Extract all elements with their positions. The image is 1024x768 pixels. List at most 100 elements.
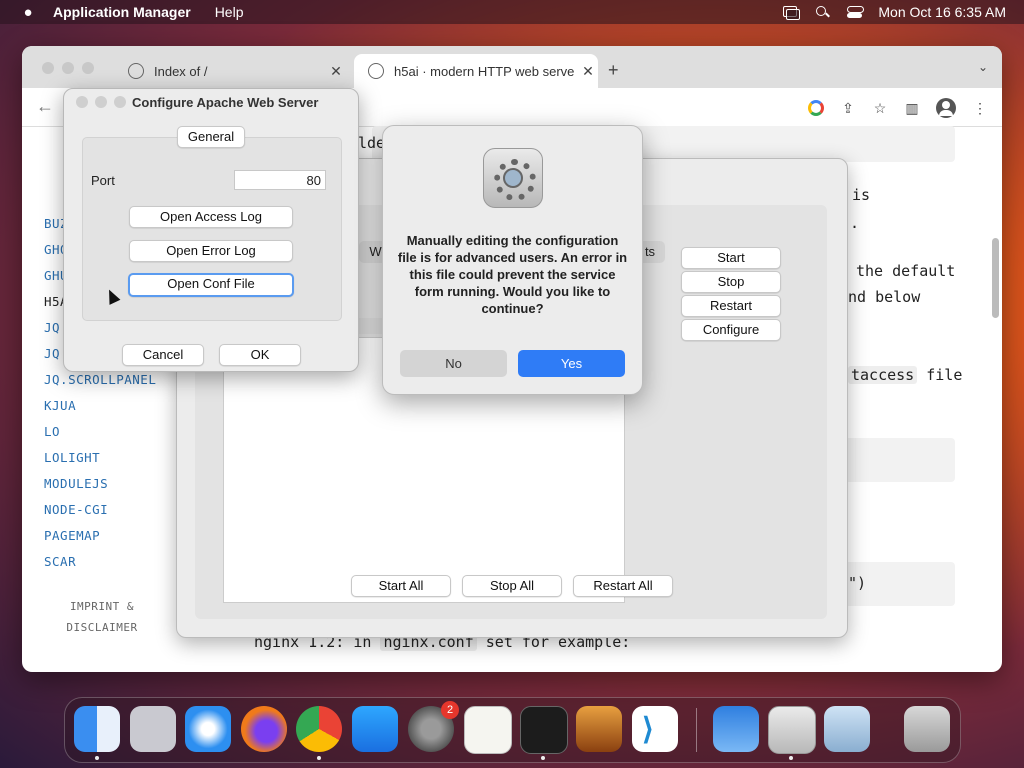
vscode-icon[interactable]: ⟩ — [632, 706, 678, 752]
text-fragment: ") — [848, 574, 867, 592]
weather-icon[interactable] — [713, 706, 759, 752]
bookmark-star-icon[interactable]: ☆ — [872, 100, 888, 116]
configure-apache-dialog: Configure Apache Web Server General Port… — [63, 88, 359, 372]
spotlight-search-icon[interactable] — [814, 5, 832, 19]
text-fragment: . — [850, 214, 860, 232]
share-icon[interactable]: ⇪ — [840, 100, 856, 116]
zoom-dialog-button[interactable] — [114, 96, 126, 108]
notification-badge: 2 — [441, 701, 459, 719]
zoom-window-button[interactable] — [82, 62, 94, 74]
code-block — [832, 438, 955, 482]
file-word: file — [926, 366, 963, 384]
port-label: Port — [91, 173, 115, 188]
preview-icon[interactable] — [824, 706, 870, 752]
help-menu[interactable]: Help — [215, 4, 244, 20]
nav-item[interactable]: SCAR — [44, 554, 76, 569]
minimize-dialog-button[interactable] — [95, 96, 107, 108]
htaccess-code: taccess — [848, 366, 918, 384]
configure-button[interactable]: Configure — [681, 319, 781, 341]
stop-all-button[interactable]: Stop All — [462, 575, 562, 597]
tab-general[interactable]: General — [177, 126, 245, 148]
restart-button[interactable]: Restart — [681, 295, 781, 317]
open-error-log-button[interactable]: Open Error Log — [129, 240, 293, 262]
text-fragment: nd below — [848, 288, 921, 306]
status-area: Mon Oct 16 6:35 AM — [782, 0, 1006, 24]
control-center-icon[interactable] — [846, 5, 865, 19]
confirmation-alert: Manually editing the configuration file … — [382, 125, 643, 395]
vscode-glyph: ⟩ — [642, 713, 654, 746]
more-menu-icon[interactable]: ⋮ — [972, 100, 988, 116]
running-indicator — [541, 756, 545, 760]
app-menu[interactable]: Application Manager — [53, 4, 191, 20]
tab-title: h5ai · modern HTTP web serve — [394, 63, 575, 79]
finder-icon[interactable] — [74, 706, 120, 752]
launchpad-icon[interactable] — [130, 706, 176, 752]
dock-separator — [696, 708, 697, 752]
port-field[interactable]: 80 — [234, 170, 326, 190]
terminal-icon[interactable] — [520, 706, 568, 754]
garageband-icon[interactable] — [576, 706, 622, 752]
restart-all-button[interactable]: Restart All — [573, 575, 673, 597]
tab-title: Index of / — [154, 63, 208, 79]
nav-item[interactable]: PAGEMAP — [44, 528, 100, 543]
nav-item[interactable]: JQ.SCROLLPANEL — [44, 372, 156, 387]
nav-item[interactable]: LOLIGHT — [44, 450, 100, 465]
nav-item[interactable]: LO — [44, 424, 60, 439]
gear-app-icon — [483, 148, 543, 208]
yes-button[interactable]: Yes — [518, 350, 625, 377]
stop-button[interactable]: Stop — [681, 271, 781, 293]
dialog-title: Configure Apache Web Server — [132, 95, 319, 110]
tab-search-button[interactable]: ⌄ — [978, 60, 988, 74]
dock: 2 ⟩ — [64, 697, 961, 763]
no-button[interactable]: No — [400, 350, 507, 377]
globe-icon — [128, 63, 144, 79]
textedit-icon[interactable] — [464, 706, 512, 754]
imprint-line: IMPRINT & — [69, 600, 135, 613]
side-panel-icon[interactable]: ▥ — [904, 100, 920, 116]
new-tab-button[interactable]: + — [608, 60, 619, 81]
ok-button[interactable]: OK — [219, 344, 301, 366]
back-arrow-icon[interactable]: ← — [36, 96, 54, 117]
nav-item[interactable]: NODE-CGI — [44, 502, 108, 517]
cancel-button[interactable]: Cancel — [122, 344, 204, 366]
profile-avatar-icon[interactable] — [936, 98, 956, 118]
text-fragment: taccess file — [848, 366, 962, 384]
open-conf-file-button[interactable]: Open Conf File — [128, 273, 294, 297]
tab-bar: Index of / ✕ h5ai · modern HTTP web serv… — [22, 46, 1002, 88]
trash-icon[interactable] — [904, 706, 950, 752]
chrome-icon[interactable] — [296, 706, 342, 752]
text-fragment: is — [852, 186, 871, 204]
running-indicator — [317, 756, 321, 760]
close-window-button[interactable] — [42, 62, 54, 74]
clock[interactable]: Mon Oct 16 6:35 AM — [878, 4, 1006, 20]
nav-item[interactable]: MODULEJS — [44, 476, 108, 491]
tab-h5ai[interactable]: h5ai · modern HTTP web serve ✕ — [354, 54, 598, 88]
toolbar-icons: ⇪ ☆ ▥ ⋮ — [808, 98, 988, 118]
google-icon[interactable] — [808, 100, 824, 116]
firefox-icon[interactable] — [241, 706, 287, 752]
system-settings-icon[interactable]: 2 — [408, 701, 459, 752]
menu-bar: ● Application Manager Help Mon Oct 16 6:… — [0, 0, 1024, 24]
app-store-icon[interactable] — [352, 706, 398, 752]
text-fragment: the default — [856, 262, 956, 280]
page-scrollbar[interactable] — [992, 238, 999, 318]
minimize-window-button[interactable] — [62, 62, 74, 74]
dialog-titlebar: Configure Apache Web Server — [64, 89, 358, 115]
running-indicator — [789, 756, 793, 760]
nav-item[interactable]: KJUA — [44, 398, 76, 413]
application-manager-icon[interactable] — [768, 706, 816, 754]
apple-icon[interactable]: ● — [18, 4, 38, 21]
safari-icon[interactable] — [185, 706, 231, 752]
imprint-link[interactable]: IMPRINT & DISCLAIMER — [52, 596, 152, 638]
screen-mirroring-icon[interactable] — [782, 5, 801, 20]
alert-message: Manually editing the configuration file … — [397, 233, 628, 316]
disclaimer-line: DISCLAIMER — [66, 621, 138, 634]
start-all-button[interactable]: Start All — [351, 575, 451, 597]
start-button[interactable]: Start — [681, 247, 781, 269]
close-tab-icon[interactable]: ✕ — [326, 63, 346, 80]
close-tab-icon[interactable]: ✕ — [578, 63, 598, 80]
tab-index[interactable]: Index of / ✕ — [114, 54, 346, 88]
open-access-log-button[interactable]: Open Access Log — [129, 206, 293, 228]
close-dialog-button[interactable] — [76, 96, 88, 108]
running-indicator — [95, 756, 99, 760]
